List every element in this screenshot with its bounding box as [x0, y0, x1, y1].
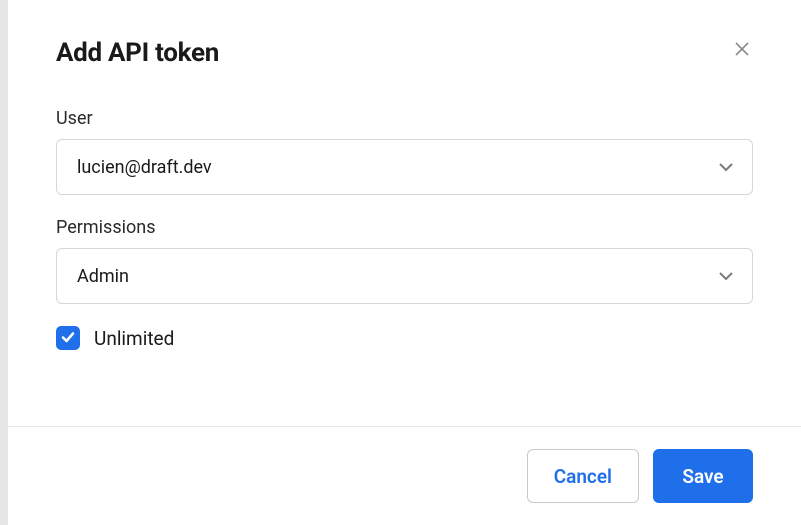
permissions-label: Permissions [56, 217, 753, 238]
permissions-select[interactable]: Admin [56, 248, 753, 304]
modal-title: Add API token [56, 38, 219, 68]
modal-footer: Cancel Save [8, 426, 801, 525]
user-field-group: User lucien@draft.dev [56, 108, 753, 195]
add-api-token-modal: Add API token User lucien@draft.dev [8, 0, 801, 525]
cancel-button[interactable]: Cancel [527, 449, 639, 503]
check-icon [61, 330, 75, 347]
close-icon [735, 42, 749, 59]
user-select-value: lucien@draft.dev [77, 157, 212, 178]
permissions-field-group: Permissions Admin [56, 217, 753, 304]
save-button[interactable]: Save [653, 449, 753, 503]
user-select-wrap: lucien@draft.dev [56, 139, 753, 195]
user-select[interactable]: lucien@draft.dev [56, 139, 753, 195]
permissions-select-wrap: Admin [56, 248, 753, 304]
permissions-select-value: Admin [77, 266, 129, 287]
unlimited-checkbox-row: Unlimited [56, 326, 753, 350]
close-button[interactable] [731, 38, 753, 63]
modal-header: Add API token [56, 38, 753, 68]
modal-body: Add API token User lucien@draft.dev [8, 0, 801, 426]
user-label: User [56, 108, 753, 129]
unlimited-label[interactable]: Unlimited [94, 327, 174, 350]
unlimited-checkbox[interactable] [56, 326, 80, 350]
modal-backdrop-edge [0, 0, 8, 525]
